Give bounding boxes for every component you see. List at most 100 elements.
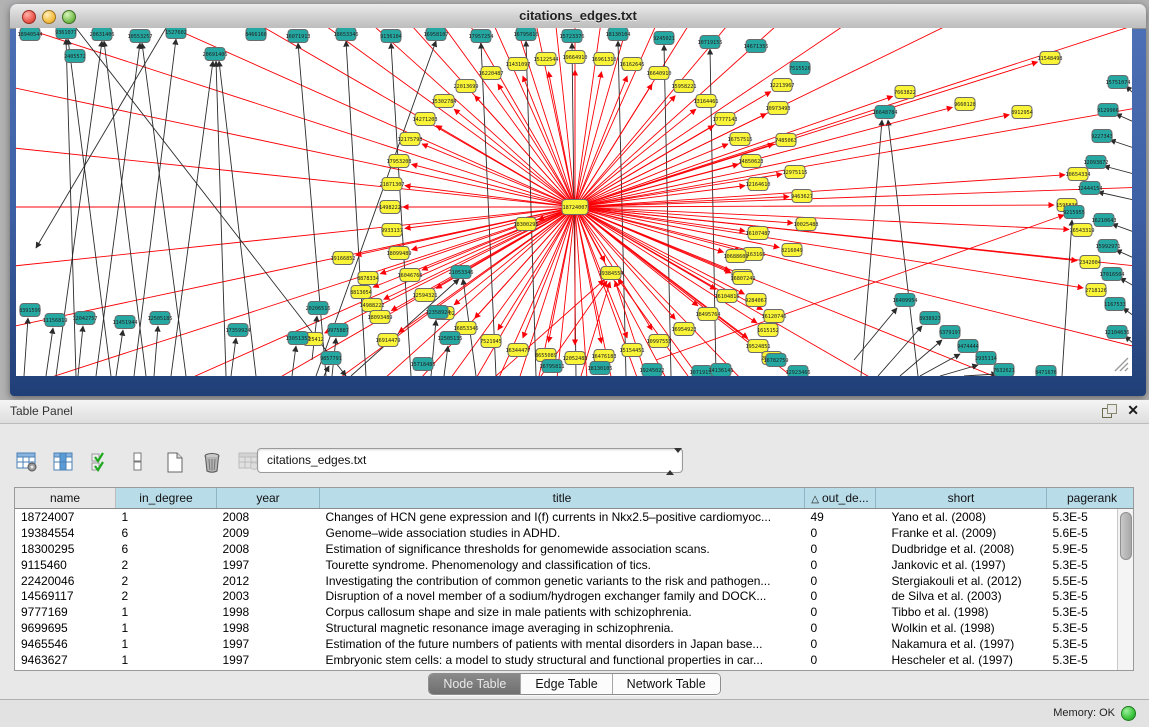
column-header-name[interactable]: name: [15, 488, 116, 509]
network-node[interactable]: 18130105: [588, 362, 613, 375]
tab-network-table[interactable]: Network Table: [613, 674, 720, 694]
table-row[interactable]: 1872400712008Changes of HCN gene express…: [15, 509, 1134, 525]
network-canvas[interactable]: 1610748712163166722409716104816184957641…: [16, 28, 1132, 376]
network-node[interactable]: 17016504: [1100, 268, 1125, 281]
network-node[interactable]: 21053346: [449, 266, 474, 279]
network-node[interactable]: 16648784: [873, 106, 898, 119]
network-node[interactable]: 17957254: [469, 30, 494, 43]
table-row[interactable]: 1938455462009Genome–wide association stu…: [15, 525, 1134, 541]
network-node[interactable]: 12444154: [1078, 182, 1103, 195]
table-row[interactable]: 911546021997Tourette syndrome. Phenomeno…: [15, 557, 1134, 573]
network-node[interactable]: 9245021: [653, 32, 675, 45]
network-node[interactable]: 1615152: [757, 324, 779, 337]
network-node[interactable]: 14271203: [413, 113, 438, 126]
column-header-pagerank[interactable]: pagerank: [1047, 488, 1135, 509]
new-column-icon[interactable]: [162, 449, 188, 475]
network-node[interactable]: 9136104: [380, 30, 402, 43]
network-node[interactable]: 15992971: [1096, 240, 1121, 253]
close-icon[interactable]: ✕: [1127, 402, 1139, 419]
table-row[interactable]: 969969511998Structural magnetic resonanc…: [15, 620, 1134, 636]
network-node[interactable]: 16640910: [647, 67, 672, 80]
network-node[interactable]: 12093872: [1084, 156, 1109, 169]
table-row[interactable]: 2242004622012Investigating the contribut…: [15, 573, 1134, 589]
network-node[interactable]: 10973493: [766, 102, 791, 115]
network-node[interactable]: 12505135: [438, 332, 463, 345]
network-node[interactable]: 15718485: [411, 358, 436, 371]
network-node[interactable]: 16958107: [424, 28, 449, 41]
network-node[interactable]: 7521945: [480, 335, 502, 348]
table-row[interactable]: 946362711997Embryonic stem cells: a mode…: [15, 652, 1134, 668]
network-node[interactable]: 12975115: [783, 166, 808, 179]
network-node[interactable]: 10025488: [794, 218, 819, 231]
network-node[interactable]: 12042757: [73, 312, 98, 325]
table-selector-combobox[interactable]: citations_edges.txt: [257, 448, 683, 473]
network-node[interactable]: 8216049: [781, 244, 803, 257]
network-node[interactable]: 20631406: [90, 28, 115, 41]
network-node[interactable]: 12358924: [426, 306, 451, 319]
network-node[interactable]: 15154451: [620, 344, 645, 357]
network-node[interactable]: 7515526: [789, 62, 811, 75]
network-node[interactable]: 16107487: [746, 227, 771, 240]
network-node[interactable]: 12505185: [148, 312, 173, 325]
column-header-out_de[interactable]: △out_de...: [805, 488, 876, 509]
column-header-in_degree[interactable]: in_degree: [116, 488, 217, 509]
network-node[interactable]: 16914479: [376, 334, 401, 347]
memory-status-icon[interactable]: [1121, 706, 1136, 721]
network-node[interactable]: 16220487: [479, 67, 504, 80]
network-node[interactable]: 9227343: [1091, 130, 1113, 143]
network-node[interactable]: 8813054: [350, 286, 372, 299]
network-node[interactable]: 17359924: [226, 324, 251, 337]
network-node[interactable]: 2342004: [1079, 256, 1101, 269]
network-node[interactable]: 20206516: [306, 302, 331, 315]
network-node[interactable]: 20691406: [203, 48, 228, 61]
network-node[interactable]: 16344477: [506, 344, 531, 357]
network-node[interactable]: 7632621: [993, 364, 1015, 377]
network-node[interactable]: 16543319: [1070, 224, 1095, 237]
network-node[interactable]: 15958221: [672, 80, 697, 93]
network-node[interactable]: 10719155: [698, 36, 723, 49]
network-node[interactable]: 15723376: [560, 30, 585, 43]
network-node[interactable]: 16120746: [762, 310, 787, 323]
network-node[interactable]: 16807249: [731, 272, 756, 285]
network-node[interactable]: 2935114: [975, 352, 997, 365]
network-node[interactable]: 16162645: [620, 58, 645, 71]
network-node[interactable]: 18093489: [368, 311, 393, 324]
network-node[interactable]: 11431097: [506, 58, 531, 71]
network-node[interactable]: 17777143: [713, 113, 738, 126]
tab-edge-table[interactable]: Edge Table: [521, 674, 612, 694]
column-visibility-icon[interactable]: [51, 449, 77, 475]
network-node[interactable]: 15302784: [432, 95, 457, 108]
network-node[interactable]: 9361077: [55, 28, 77, 39]
network-node[interactable]: 9215955: [1063, 206, 1085, 219]
network-node[interactable]: 1167533: [1104, 298, 1126, 311]
network-node[interactable]: 22013699: [454, 80, 479, 93]
network-node[interactable]: 21871307: [380, 178, 405, 191]
network-node[interactable]: 16071913: [286, 30, 311, 43]
network-node[interactable]: 7663822: [894, 86, 916, 99]
network-node[interactable]: 14850623: [739, 155, 764, 168]
network-window-titlebar[interactable]: citations_edges.txt: [10, 4, 1146, 29]
network-node[interactable]: 8471676: [1035, 366, 1057, 377]
network-node[interactable]: 17953208: [387, 155, 412, 168]
network-node[interactable]: 8391599: [19, 304, 41, 317]
network-node[interactable]: 9857791: [320, 352, 342, 365]
network-node[interactable]: 9129966: [1097, 104, 1119, 117]
network-node[interactable]: 12104636: [1105, 326, 1130, 339]
network-node[interactable]: 19524851: [746, 340, 771, 353]
network-node[interactable]: 19166852: [331, 252, 356, 265]
column-header-short[interactable]: short: [876, 488, 1047, 509]
column-header-year[interactable]: year: [217, 488, 320, 509]
network-node[interactable]: 16795810: [514, 28, 539, 41]
network-node[interactable]: 18653346: [334, 28, 359, 41]
network-node[interactable]: 19664910: [563, 51, 588, 64]
network-node[interactable]: 16046766: [398, 269, 423, 282]
network-node[interactable]: 2405572: [64, 50, 86, 63]
network-hub-node[interactable]: 18724007: [562, 200, 588, 215]
network-node[interactable]: 16409954: [893, 294, 918, 307]
select-rows-icon[interactable]: [88, 449, 114, 475]
network-node[interactable]: 1498222: [379, 201, 401, 214]
network-node[interactable]: 18300295: [514, 218, 539, 231]
network-node[interactable]: 16954923: [672, 323, 697, 336]
network-node[interactable]: 12175793: [398, 133, 423, 146]
network-node[interactable]: 19245022: [640, 364, 665, 377]
